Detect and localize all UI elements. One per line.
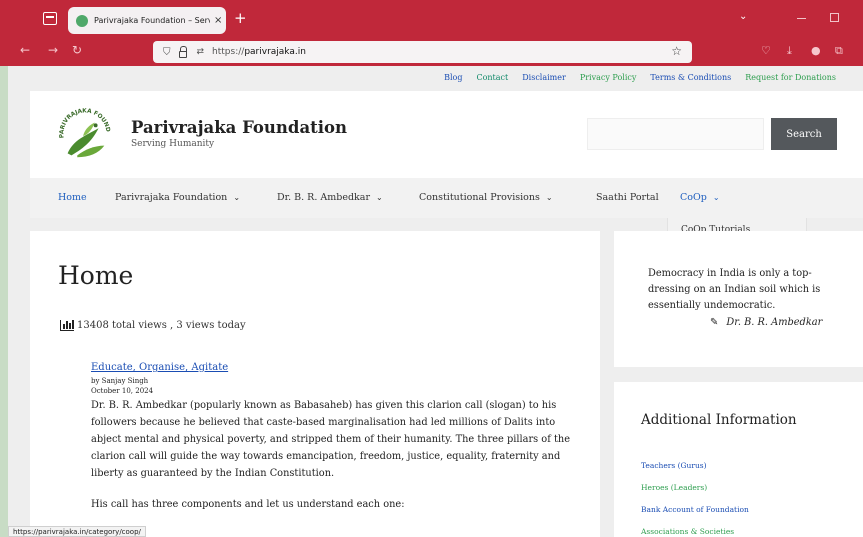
top-link-terms[interactable]: Terms & Conditions: [650, 73, 731, 82]
views-text: 13408 total views , 3 views today: [77, 320, 246, 331]
browser-tab-active[interactable]: Parivrajaka Foundation – Serving Humanit…: [68, 7, 226, 34]
quote-text: Democracy in India is only a top-dressin…: [648, 268, 821, 311]
foundation-logo[interactable]: PARIVRAJAKA FOUNDATION: [56, 107, 114, 165]
chevron-down-icon: ⌄: [545, 193, 553, 202]
address-bar[interactable]: ⛉ ⇄ https://parivrajaka.in ☆: [153, 41, 692, 63]
web-page: Blog Contact Disclaimer Privacy Policy T…: [8, 66, 863, 537]
site-title[interactable]: Parivrajaka Foundation: [131, 118, 347, 137]
top-link-contact[interactable]: Contact: [476, 73, 508, 82]
browser-tab-bar: Parivrajaka Foundation – Serving Humanit…: [0, 0, 863, 38]
page-title: Home: [58, 261, 134, 290]
quote-author-name: Dr. B. R. Ambedkar: [726, 317, 823, 328]
lock-icon[interactable]: [178, 45, 187, 58]
quote-author: ✎ Dr. B. R. Ambedkar: [710, 317, 822, 328]
nav-home[interactable]: Home: [58, 192, 87, 203]
pocket-icon[interactable]: ♡: [761, 44, 771, 57]
downloads-icon[interactable]: ⤓: [787, 44, 792, 58]
bar-chart-icon: [60, 320, 74, 331]
post-body: Dr. B. R. Ambedkar (popularly known as B…: [91, 400, 570, 479]
post-body-continued: His call has three components and let us…: [91, 499, 405, 510]
nav-constitutional-provisions[interactable]: Constitutional Provisions ⌄: [419, 192, 553, 203]
top-link-blog[interactable]: Blog: [444, 73, 462, 82]
views-counter: 13408 total views , 3 views today: [60, 320, 246, 331]
widget-title: Additional Information: [641, 412, 797, 428]
info-link-heroes[interactable]: Heroes (Leaders): [641, 477, 749, 499]
nav-dr-ambedkar[interactable]: Dr. B. R. Ambedkar ⌄: [277, 192, 383, 203]
window-maximize-button[interactable]: [830, 13, 839, 22]
top-link-donations[interactable]: Request for Donations: [745, 73, 836, 82]
info-link-teachers[interactable]: Teachers (Gurus): [641, 455, 749, 477]
nav-label: Constitutional Provisions: [419, 192, 540, 203]
reload-icon[interactable]: ↻: [72, 43, 82, 57]
extensions-icon[interactable]: ⧉: [835, 44, 843, 58]
permissions-icon[interactable]: ⇄: [197, 47, 205, 57]
additional-information-widget: Additional Information Teachers (Gurus) …: [614, 382, 863, 537]
nav-saathi-portal[interactable]: Saathi Portal: [596, 192, 659, 203]
account-icon[interactable]: ●: [811, 44, 821, 57]
tracking-shield-icon[interactable]: ⛉: [163, 47, 171, 58]
chevron-down-icon: ⌄: [233, 193, 241, 202]
main-navigation: Home Parivrajaka Foundation ⌄ Dr. B. R. A…: [30, 178, 863, 218]
quote-widget: Democracy in India is only a top-dressin…: [614, 231, 863, 367]
pencil-icon: ✎: [710, 317, 719, 328]
post-author: by Sanjay Singh: [91, 377, 149, 385]
site-favicon-icon: [76, 14, 88, 27]
url-host: parivrajaka.in: [244, 47, 306, 57]
status-bar-url: https://parivrajaka.in/category/coop/: [8, 526, 146, 537]
top-links-bar: Blog Contact Disclaimer Privacy Policy T…: [8, 66, 863, 90]
address-url: https://parivrajaka.in: [212, 47, 306, 57]
tab-close-icon[interactable]: ×: [214, 15, 222, 26]
tab-overview-icon[interactable]: [43, 12, 57, 25]
nav-label: Parivrajaka Foundation: [115, 192, 228, 203]
new-tab-button[interactable]: +: [234, 9, 247, 27]
back-icon[interactable]: ←: [20, 43, 30, 57]
nav-label: CoOp: [680, 192, 707, 203]
site-tagline: Serving Humanity: [131, 139, 215, 149]
search-button[interactable]: Search: [771, 118, 837, 150]
tab-title: Parivrajaka Foundation – Serving Humanit…: [94, 16, 210, 25]
search-input[interactable]: [587, 118, 764, 150]
chevron-down-icon: ⌄: [375, 193, 383, 202]
list-all-tabs-icon[interactable]: ⌄: [739, 11, 747, 22]
post-excerpt: Educate, Organise, Agitate by Sanjay Sin…: [91, 362, 571, 510]
top-links: Blog Contact Disclaimer Privacy Policy T…: [444, 73, 836, 82]
bookmark-star-icon[interactable]: ☆: [671, 44, 682, 58]
post-date: October 10, 2024: [91, 387, 154, 395]
post-title-link[interactable]: Educate, Organise, Agitate: [91, 362, 571, 373]
nav-parivrajaka-foundation[interactable]: Parivrajaka Foundation ⌄: [115, 192, 240, 203]
info-link-bank-account[interactable]: Bank Account of Foundation: [641, 499, 749, 521]
main-content: Home 13408 total views , 3 views today E…: [30, 231, 600, 537]
forward-icon[interactable]: →: [48, 43, 58, 57]
site-header: PARIVRAJAKA FOUNDATION Parivrajaka Found…: [30, 91, 863, 178]
info-links: Teachers (Gurus) Heroes (Leaders) Bank A…: [641, 455, 749, 537]
nav-coop[interactable]: CoOp ⌄: [680, 192, 720, 203]
browser-nav-bar: ← → ↻ ⛉ ⇄ https://parivrajaka.in ☆ ♡ ⤓ ●…: [0, 38, 863, 66]
nav-label: Dr. B. R. Ambedkar: [277, 192, 370, 203]
logo-arc-text: PARIVRAJAKA FOUNDATION: [56, 107, 111, 138]
window-minimize-button[interactable]: [797, 18, 806, 19]
url-prefix: https://: [212, 47, 245, 57]
info-link-associations[interactable]: Associations & Societies: [641, 521, 749, 537]
top-link-privacy-policy[interactable]: Privacy Policy: [580, 73, 637, 82]
top-link-disclaimer[interactable]: Disclaimer: [522, 73, 566, 82]
chevron-down-icon: ⌄: [712, 193, 720, 202]
